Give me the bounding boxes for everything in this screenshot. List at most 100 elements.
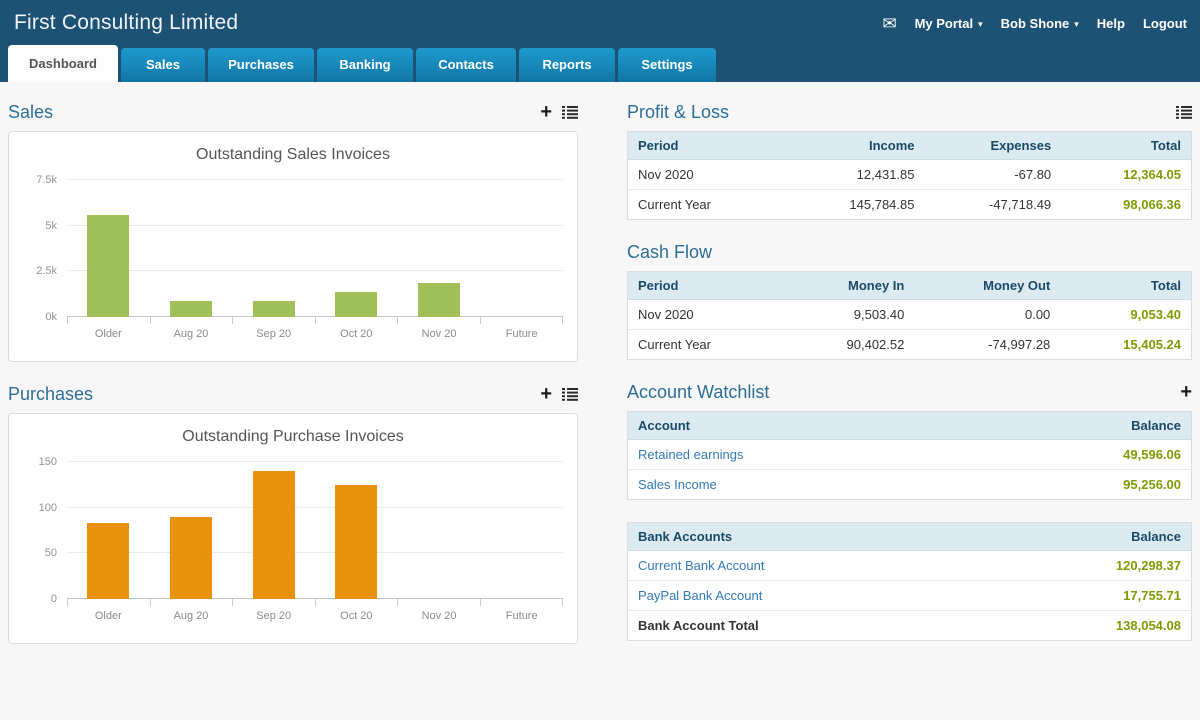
cash-flow-title: Cash Flow <box>627 242 712 263</box>
sales-new-icon[interactable]: + <box>540 104 552 120</box>
table-row: Retained earnings 49,596.06 <box>628 440 1192 470</box>
x-axis-category-label: Sep 20 <box>232 606 315 622</box>
dashboard-content: Sales + Outstanding Sales Invoices 0k2.5… <box>0 82 1200 644</box>
plot-area: 0k2.5k5k7.5k <box>67 180 563 317</box>
logout-link[interactable]: Logout <box>1143 16 1187 31</box>
tab-purchases[interactable]: Purchases <box>208 48 314 82</box>
tab-settings[interactable]: Settings <box>618 48 716 82</box>
x-labels: OlderAug 20Sep 20Oct 20Nov 20Future <box>67 324 563 340</box>
account-watchlist-title: Account Watchlist <box>627 382 769 403</box>
account-link[interactable]: Sales Income <box>638 477 717 492</box>
bar <box>87 215 129 317</box>
purchases-section-title: Purchases <box>8 384 93 405</box>
y-axis-tick-label: 0k <box>17 311 57 323</box>
cash-flow-table: Period Money In Money Out Total Nov 2020… <box>627 271 1192 360</box>
col-account: Account <box>628 412 976 440</box>
x-axis-category-label: Oct 20 <box>315 606 398 622</box>
sales-section-header: Sales + <box>8 100 578 124</box>
col-expenses: Expenses <box>925 132 1062 160</box>
balance-cell: 17,755.71 <box>984 581 1192 611</box>
x-axis-category-label: Older <box>67 324 150 340</box>
period-cell: Nov 2020 <box>628 300 785 330</box>
bank-account-link[interactable]: PayPal Bank Account <box>638 588 762 603</box>
table-header-row: Period Income Expenses Total <box>628 132 1192 160</box>
sales-chart: 0k2.5k5k7.5k OlderAug 20Sep 20Oct 20Nov … <box>9 180 577 340</box>
expenses-cell: -67.80 <box>925 160 1062 190</box>
chevron-down-icon: ▾ <box>1074 19 1079 30</box>
my-portal-menu[interactable]: My Portal ▾ <box>915 16 983 31</box>
y-axis-tick-label: 150 <box>17 456 57 468</box>
chevron-down-icon: ▾ <box>978 19 983 30</box>
bar <box>335 292 377 317</box>
help-link[interactable]: Help <box>1097 16 1125 31</box>
purchases-section-header: Purchases + <box>8 382 578 406</box>
col-period: Period <box>628 272 785 300</box>
total-cell: 98,066.36 <box>1061 190 1191 220</box>
total-cell: 15,405.24 <box>1060 330 1191 360</box>
col-money-out: Money Out <box>914 272 1060 300</box>
purchases-list-icon[interactable] <box>562 388 578 401</box>
col-total: Total <box>1060 272 1191 300</box>
tab-sales[interactable]: Sales <box>121 48 205 82</box>
money-in-cell: 9,503.40 <box>784 300 914 330</box>
sales-chart-title: Outstanding Sales Invoices <box>9 146 577 164</box>
col-period: Period <box>628 132 784 160</box>
user-name: Bob Shone <box>1001 16 1070 31</box>
user-menu[interactable]: Bob Shone ▾ <box>1001 16 1079 31</box>
col-total: Total <box>1061 132 1191 160</box>
x-axis-category-label: Older <box>67 606 150 622</box>
tab-reports[interactable]: Reports <box>519 48 615 82</box>
y-axis-tick-label: 0 <box>17 593 57 605</box>
purchases-chart: 050100150 OlderAug 20Sep 20Oct 20Nov 20F… <box>9 462 577 622</box>
bar-series <box>67 180 563 317</box>
y-axis-tick-label: 5k <box>17 220 57 232</box>
balance-cell: 120,298.37 <box>984 551 1192 581</box>
sales-list-icon[interactable] <box>562 106 578 119</box>
x-ticks <box>67 599 563 606</box>
cash-flow-header: Cash Flow <box>627 240 1192 264</box>
x-axis-category-label: Oct 20 <box>315 324 398 340</box>
tab-banking[interactable]: Banking <box>317 48 413 82</box>
total-cell: 9,053.40 <box>1060 300 1191 330</box>
account-link[interactable]: Retained earnings <box>638 447 744 462</box>
profit-loss-title: Profit & Loss <box>627 102 729 123</box>
col-income: Income <box>783 132 925 160</box>
right-column: Profit & Loss Period Income Expenses <box>627 100 1192 644</box>
table-row: Current Year 145,784.85 -47,718.49 98,06… <box>628 190 1192 220</box>
period-cell: Current Year <box>628 330 785 360</box>
income-cell: 145,784.85 <box>783 190 925 220</box>
bank-account-total-value: 138,054.08 <box>984 611 1192 641</box>
col-money-in: Money In <box>784 272 914 300</box>
table-row: Nov 2020 12,431.85 -67.80 12,364.05 <box>628 160 1192 190</box>
y-axis-tick-label: 100 <box>17 502 57 514</box>
sales-section-title: Sales <box>8 102 53 123</box>
tab-dashboard[interactable]: Dashboard <box>8 45 118 82</box>
purchases-chart-card: Outstanding Purchase Invoices 050100150 … <box>8 413 578 644</box>
my-portal-label: My Portal <box>915 16 974 31</box>
bar <box>335 485 377 599</box>
y-axis-tick-label: 7.5k <box>17 174 57 186</box>
table-row: Sales Income 95,256.00 <box>628 470 1192 500</box>
x-axis-category-label: Aug 20 <box>150 324 233 340</box>
x-axis-category-label: Future <box>480 324 563 340</box>
x-ticks <box>67 317 563 324</box>
bank-account-link[interactable]: Current Bank Account <box>638 558 764 573</box>
purchases-new-icon[interactable]: + <box>540 386 552 402</box>
income-cell: 12,431.85 <box>783 160 925 190</box>
bank-accounts-table: Bank Accounts Balance Current Bank Accou… <box>627 522 1192 641</box>
tab-bar: Dashboard Sales Purchases Banking Contac… <box>8 45 716 82</box>
bar <box>253 471 295 599</box>
period-cell: Current Year <box>628 190 784 220</box>
money-in-cell: 90,402.52 <box>784 330 914 360</box>
x-axis-category-label: Nov 20 <box>398 606 481 622</box>
profit-loss-list-icon[interactable] <box>1176 106 1192 119</box>
col-bank-accounts: Bank Accounts <box>628 523 984 551</box>
col-balance: Balance <box>984 523 1192 551</box>
bar-series <box>67 462 563 599</box>
watchlist-add-icon[interactable]: + <box>1180 384 1192 400</box>
table-header-row: Account Balance <box>628 412 1192 440</box>
tab-contacts[interactable]: Contacts <box>416 48 516 82</box>
bank-account-total-row: Bank Account Total 138,054.08 <box>628 611 1192 641</box>
mail-icon[interactable]: ✉ <box>882 15 896 32</box>
x-axis-category-label: Aug 20 <box>150 606 233 622</box>
